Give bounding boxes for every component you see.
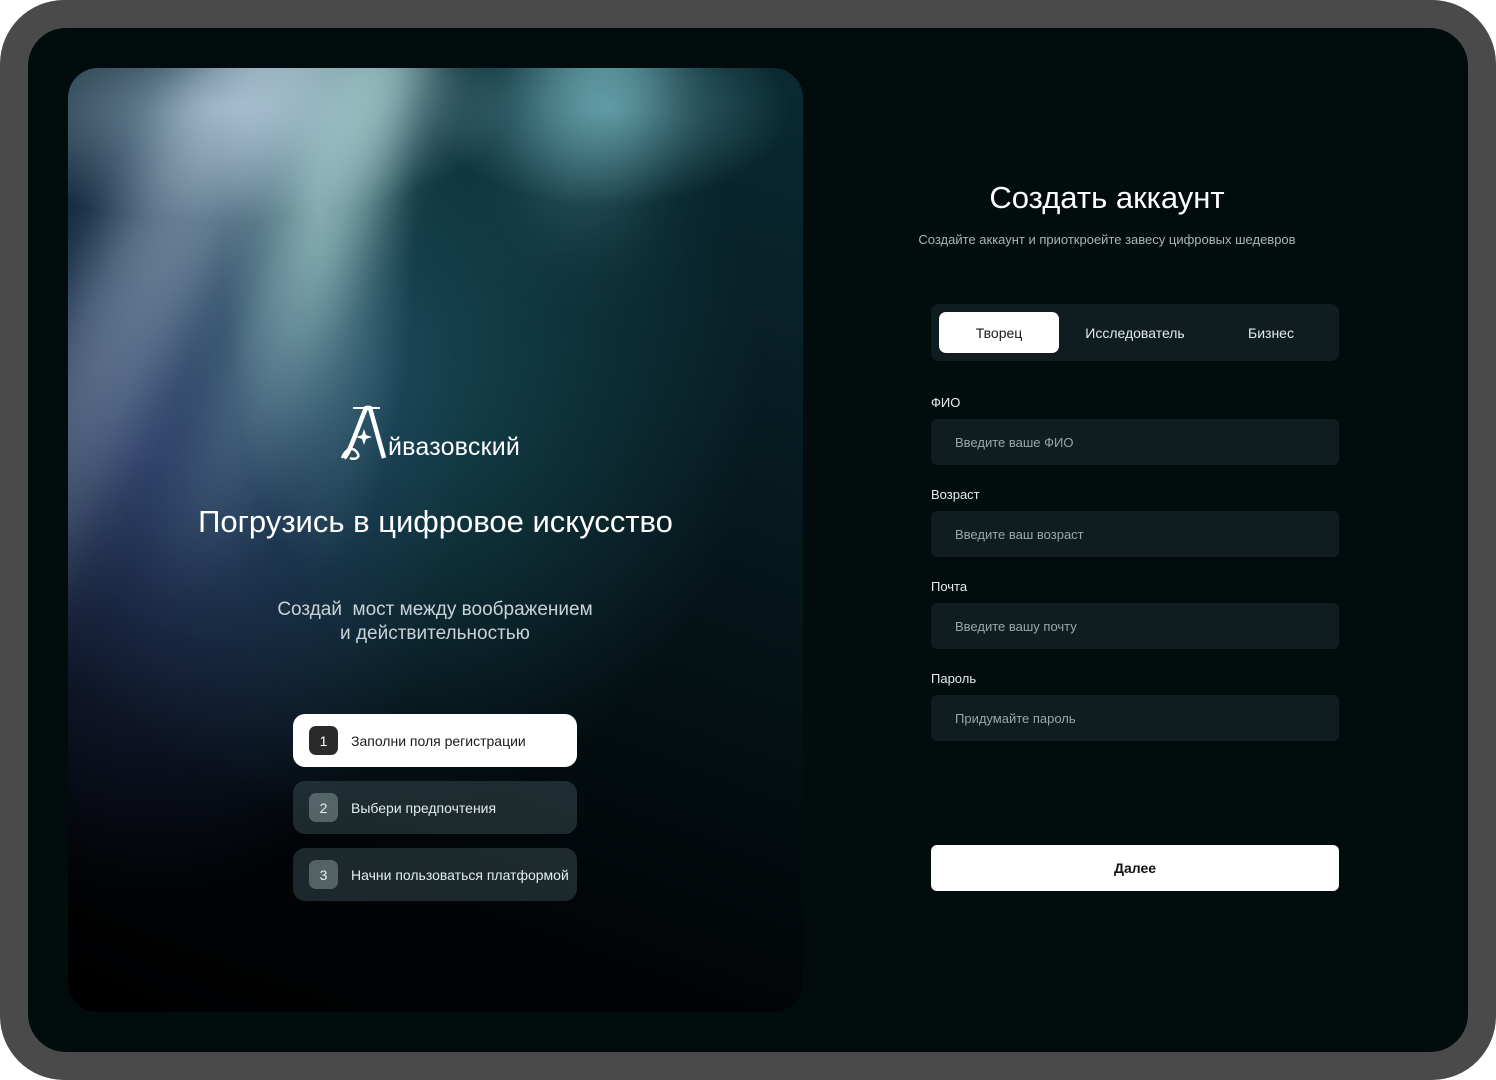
- hero-title: Погрузись в цифровое искусство: [198, 504, 673, 539]
- brand-name: йвазовский: [388, 433, 521, 461]
- hero-subtitle-line: Создай мост между воображением: [277, 599, 593, 620]
- password-input[interactable]: [931, 695, 1339, 741]
- account-type-tabs: Творец Исследователь Бизнес: [931, 304, 1339, 361]
- app-screen: йвазовский Погрузись в цифровое искусств…: [28, 28, 1468, 1052]
- step-start-using: 3 Начни пользоваться платформой: [293, 848, 577, 901]
- tab-business[interactable]: Бизнес: [1211, 312, 1331, 353]
- hero-subtitle: Создай мост между воображением и действи…: [235, 598, 635, 646]
- password-label: Пароль: [931, 671, 977, 686]
- step-label: Начни пользоваться платформой: [351, 866, 569, 883]
- email-input[interactable]: [931, 603, 1339, 649]
- step-number: 1: [309, 726, 338, 755]
- next-button[interactable]: Далее: [931, 845, 1339, 891]
- email-label: Почта: [931, 579, 968, 594]
- step-label: Выбери предпочтения: [351, 799, 497, 816]
- form-subtitle: Создайте аккаунт и приоткроейте завесу ц…: [918, 232, 1296, 247]
- age-label: Возраст: [931, 487, 980, 502]
- name-input[interactable]: [931, 419, 1339, 465]
- form-title: Создать аккаунт: [989, 180, 1225, 215]
- brand-logo: йвазовский: [340, 398, 520, 462]
- logo-mark-icon: [340, 405, 387, 461]
- tab-creator[interactable]: Творец: [939, 312, 1059, 353]
- age-input[interactable]: [931, 511, 1339, 557]
- step-choose-preferences: 2 Выбери предпочтения: [293, 781, 577, 834]
- device-frame: йвазовский Погрузись в цифровое искусств…: [0, 0, 1496, 1080]
- light-beam: [520, 68, 666, 275]
- hero-panel: йвазовский Погрузись в цифровое искусств…: [68, 68, 803, 1012]
- step-label: Заполни поля регистрации: [351, 732, 526, 749]
- step-fill-fields: 1 Заполни поля регистрации: [293, 714, 577, 767]
- tab-researcher[interactable]: Исследователь: [1075, 312, 1195, 353]
- step-number: 2: [309, 793, 338, 822]
- registration-steps: 1 Заполни поля регистрации 2 Выбери пред…: [293, 714, 577, 915]
- name-label: ФИО: [931, 395, 961, 410]
- step-number: 3: [309, 860, 338, 889]
- hero-subtitle-line: и действительностью: [340, 623, 530, 644]
